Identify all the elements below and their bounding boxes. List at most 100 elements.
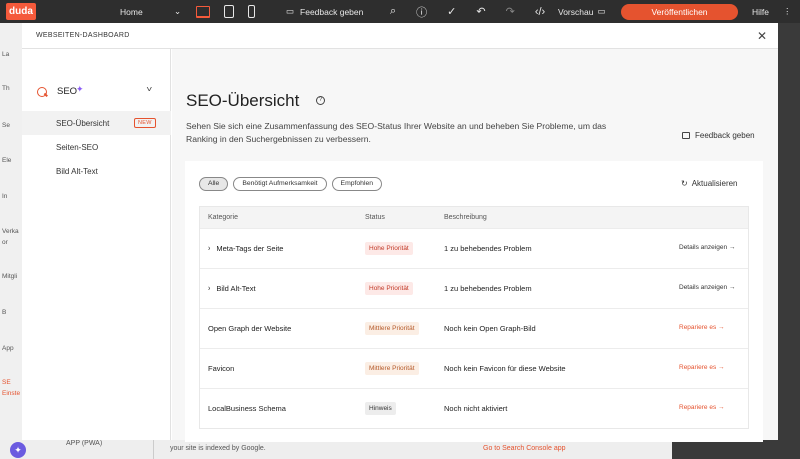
category-label: Favicon (208, 364, 235, 373)
bg-label: SE (2, 379, 11, 386)
search-icon[interactable]: ⌕ (390, 5, 396, 18)
seo-table: Kategorie Status Beschreibung › Meta-Tag… (199, 206, 749, 429)
details-link[interactable]: Details anzeigen → (679, 244, 735, 251)
refresh-label: Aktualisieren (691, 179, 738, 188)
feedback-button[interactable]: ▭ Feedback geben (286, 0, 363, 23)
chevron-down-icon[interactable]: ˅ (146, 85, 152, 94)
undo-icon[interactable]: ↶ (476, 5, 485, 18)
table-header: Kategorie Status Beschreibung (200, 207, 748, 228)
editor-topbar: duda Home ⌄ ▭ Feedback geben ⌕ ⓘ ✓ ↶ ↷ ‹… (0, 0, 800, 23)
more-icon[interactable]: ⋮ (783, 6, 792, 17)
row-description: Noch kein Open Graph-Bild (444, 324, 536, 333)
status-badge: Hohe Priorität (365, 242, 413, 255)
new-badge: NEW (134, 118, 156, 128)
expand-chevron-icon[interactable]: › (208, 244, 210, 252)
close-icon[interactable]: ✕ (757, 29, 767, 43)
category-label: LocalBusiness Schema (208, 404, 286, 413)
refresh-button[interactable]: ↻ Aktualisieren (681, 179, 738, 188)
refresh-icon: ↻ (681, 179, 688, 188)
help-label: Hilfe (752, 6, 770, 17)
row-category: LocalBusiness Schema (208, 404, 286, 413)
table-row[interactable]: LocalBusiness Schema Hinweis Noch nicht … (200, 388, 748, 428)
sidebar-item-image-alt[interactable]: Bild Alt-Text (22, 159, 171, 183)
assistant-avatar[interactable]: ✦ (10, 442, 26, 458)
sidebar-item-seo-overview[interactable]: SEO-Übersicht NEW (22, 111, 171, 135)
sidebar-section-seo[interactable]: SEO ✦ ˅ (22, 84, 171, 101)
row-description: 1 zu behebendes Problem (444, 244, 532, 253)
editor-right-overlay (778, 23, 800, 459)
page-selector[interactable]: Home (120, 0, 143, 23)
bg-label: App (2, 345, 14, 352)
chevron-down-icon[interactable]: ⌄ (174, 0, 181, 23)
page-selector-label: Home (120, 6, 143, 17)
filter-recommended[interactable]: Empfohlen (331, 177, 383, 191)
feedback-link-label: Feedback geben (695, 131, 755, 140)
column-header: Beschreibung (444, 214, 487, 221)
ai-sparkle-icon: ✦ (76, 84, 84, 94)
bg-link[interactable]: Go to Search Console app (483, 445, 566, 452)
table-row[interactable]: Favicon Mittlere Priorität Noch kein Fav… (200, 348, 748, 388)
row-category: Favicon (208, 364, 234, 373)
preview-button[interactable]: Vorschau ▭ (558, 0, 605, 23)
sidebar-item-page-seo[interactable]: Seiten-SEO (22, 135, 171, 159)
desktop-icon[interactable] (196, 5, 210, 18)
table-row[interactable]: › Meta-Tags der Seite Hohe Priorität 1 z… (200, 228, 748, 268)
bg-label: or (2, 239, 8, 246)
dashboard-sidebar: SEO ✦ ˅ SEO-Übersicht NEW Seiten-SEO Bil… (22, 49, 171, 440)
category-label: Meta-Tags der Seite (216, 244, 284, 253)
seo-card: Alle Benötigt Aufmerksamkeit Empfohlen ↻… (185, 161, 763, 442)
tablet-icon[interactable] (224, 5, 234, 18)
category-label: Bild Alt-Text (216, 284, 256, 293)
redo-icon[interactable]: ↷ (506, 5, 515, 18)
editor-left-panel: La Th Se Ele In Verka or Mitgli B App SE… (0, 23, 22, 459)
row-category: Open Graph der Website (208, 324, 291, 333)
table-row[interactable]: › Bild Alt-Text Hohe Priorität 1 zu behe… (200, 268, 748, 308)
help-button[interactable]: Hilfe ⋮ (752, 0, 792, 23)
bg-label: Verka (2, 228, 19, 235)
modal-header: WEBSEITEN-DASHBOARD ✕ (22, 23, 778, 49)
bg-label: Einste (2, 390, 21, 397)
sidebar-item-label: Seiten-SEO (56, 143, 99, 152)
toolbar-icons: ⌕ ⓘ ✓ ↶ ↷ ‹/› (390, 0, 545, 23)
row-category: › Meta-Tags der Seite (208, 244, 283, 253)
bg-label: Mitgli (2, 273, 18, 280)
check-icon[interactable]: ✓ (447, 5, 456, 18)
filter-chips: Alle Benötigt Aufmerksamkeit Empfohlen (199, 177, 383, 191)
fix-link[interactable]: Repariere es → (679, 364, 725, 371)
table-row[interactable]: Open Graph der Website Mittlere Prioritä… (200, 308, 748, 348)
page-title: SEO-Übersicht (186, 91, 300, 110)
feedback-label: Feedback geben (300, 6, 364, 17)
status-badge: Hinweis (365, 402, 396, 415)
info-icon[interactable]: ⓘ (416, 4, 427, 20)
help-icon[interactable]: ? (316, 96, 325, 105)
row-description: Noch nicht aktiviert (444, 404, 508, 413)
fix-link[interactable]: Repariere es → (679, 324, 725, 331)
bg-text: your site is indexed by Google. (170, 445, 266, 452)
feedback-icon: ▭ (286, 6, 295, 16)
filter-needs-attention[interactable]: Benötigt Aufmerksamkeit (233, 177, 327, 191)
modal-title: WEBSEITEN-DASHBOARD (36, 32, 130, 39)
sidebar-item-label: SEO-Übersicht (56, 119, 110, 128)
publish-button[interactable]: Veröffentlichen (621, 4, 738, 20)
dashboard-modal: WEBSEITEN-DASHBOARD ✕ SEO ✦ ˅ SEO-Übersi… (22, 23, 778, 442)
bg-label: Th (2, 85, 10, 92)
page-description: Sehen Sie sich eine Zusammenfassung des … (186, 121, 607, 144)
mobile-icon[interactable] (248, 5, 255, 18)
row-category: › Bild Alt-Text (208, 284, 256, 293)
preview-icon: ▭ (597, 6, 606, 16)
duda-logo: duda (6, 3, 36, 20)
device-switcher (196, 0, 255, 23)
filter-all[interactable]: Alle (199, 177, 229, 191)
code-icon[interactable]: ‹/› (535, 6, 545, 18)
fix-link[interactable]: Repariere es → (679, 404, 725, 411)
status-badge: Hohe Priorität (365, 282, 413, 295)
feedback-link[interactable]: Feedback geben (682, 131, 755, 140)
status-badge: Mittlere Priorität (365, 322, 419, 335)
bg-app-label: APP (PWA) (66, 440, 103, 447)
expand-chevron-icon[interactable]: › (208, 284, 210, 292)
divider (153, 440, 154, 459)
main-content: SEO-Übersicht ? Sehen Sie sich eine Zusa… (172, 49, 778, 442)
status-badge: Mittlere Priorität (365, 362, 419, 375)
category-label: Open Graph der Website (208, 324, 292, 333)
details-link[interactable]: Details anzeigen → (679, 284, 735, 291)
